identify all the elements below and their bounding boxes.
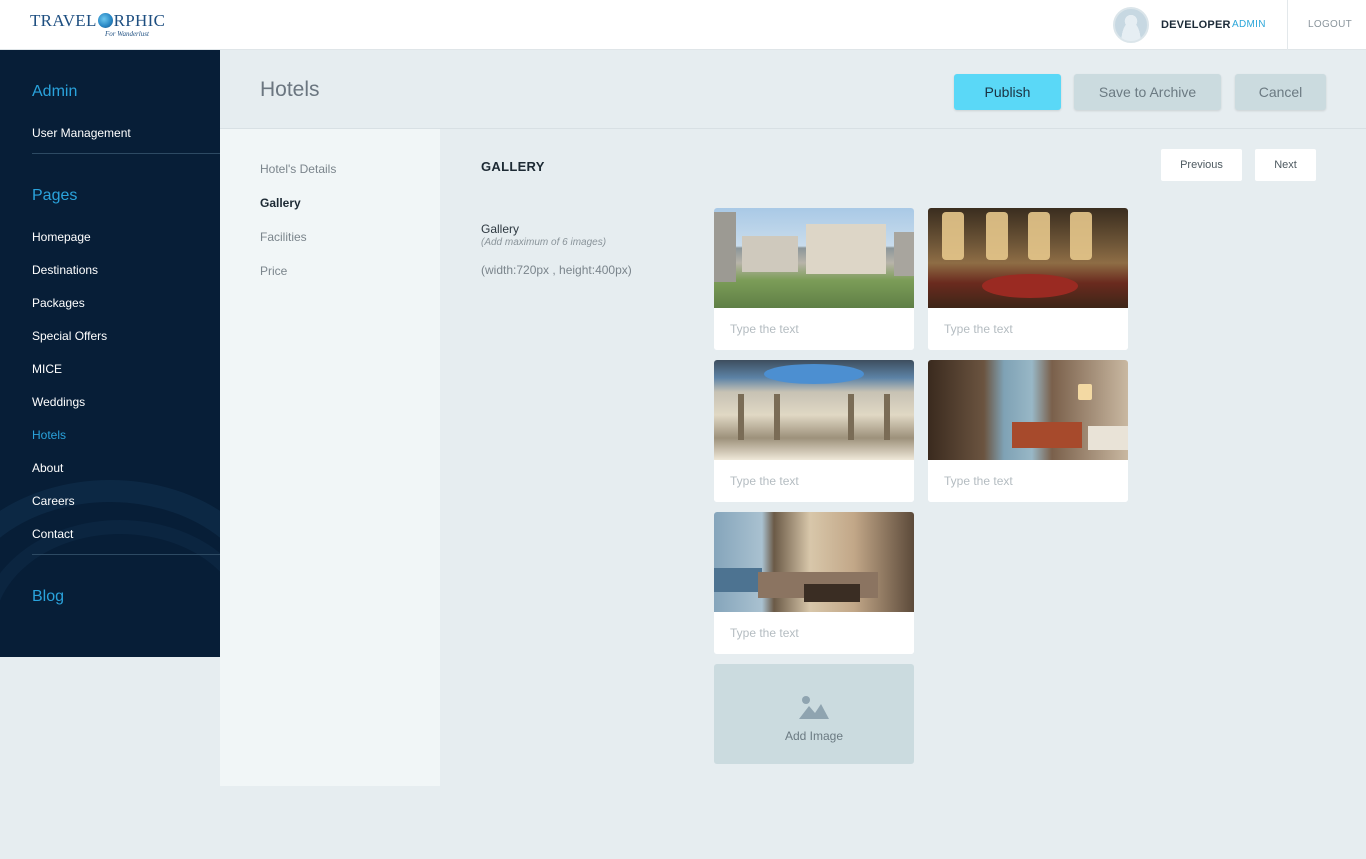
subnav-item-gallery[interactable]: Gallery: [260, 196, 301, 210]
sidebar-item-packages[interactable]: Packages: [32, 296, 85, 310]
sidebar-section-blog[interactable]: Blog: [32, 588, 64, 606]
sidebar-divider: [32, 554, 220, 555]
image-caption-input[interactable]: [714, 612, 914, 654]
gallery-hint: (Add maximum of 6 images): [481, 237, 607, 248]
logout-link[interactable]: LOGOUT: [1308, 19, 1352, 30]
section-title: GALLERY: [481, 159, 545, 174]
gallery-card: [714, 360, 914, 502]
sidebar-item-contact[interactable]: Contact: [32, 527, 73, 541]
sidebar-divider: [32, 153, 220, 154]
cancel-button[interactable]: Cancel: [1235, 74, 1326, 110]
sidebar-item-destinations[interactable]: Destinations: [32, 263, 98, 277]
top-bar: TRAVEL RPHIC For Wanderlust DEVELOPER ADM…: [0, 0, 1366, 50]
gallery-card: [714, 208, 914, 350]
next-button[interactable]: Next: [1255, 149, 1316, 181]
previous-button[interactable]: Previous: [1161, 149, 1242, 181]
logo-tagline: For Wanderlust: [105, 30, 149, 38]
gallery-card: [928, 208, 1128, 350]
logo-wordmark: TRAVEL RPHIC: [30, 11, 166, 30]
sidebar-item-about[interactable]: About: [32, 461, 63, 475]
image-caption-input[interactable]: [928, 308, 1128, 350]
sidebar-item-hotels[interactable]: Hotels: [32, 428, 66, 442]
hotel-subnav: Hotel's Details Gallery Facilities Price: [220, 129, 440, 786]
topbar-divider: [1287, 0, 1288, 50]
gallery-image[interactable]: [928, 360, 1128, 460]
gallery-image[interactable]: [714, 360, 914, 460]
add-image-button[interactable]: Add Image: [714, 664, 914, 764]
sidebar-section-admin[interactable]: Admin: [32, 83, 77, 101]
subnav-item-price[interactable]: Price: [260, 264, 287, 278]
gallery-card: [714, 512, 914, 654]
brand-logo[interactable]: TRAVEL RPHIC For Wanderlust: [30, 11, 166, 39]
gallery-image[interactable]: [928, 208, 1128, 308]
image-icon: [799, 696, 829, 719]
image-caption-input[interactable]: [928, 460, 1128, 502]
sidebar-item-careers[interactable]: Careers: [32, 494, 75, 508]
publish-button[interactable]: Publish: [954, 74, 1061, 110]
subnav-item-facilities[interactable]: Facilities: [260, 230, 307, 244]
gallery-image[interactable]: [714, 208, 914, 308]
page-title: Hotels: [260, 78, 320, 101]
sidebar: Admin User Management Pages Homepage Des…: [0, 50, 220, 657]
sidebar-section-pages[interactable]: Pages: [32, 187, 77, 205]
gallery-size-note: (width:720px , height:400px): [481, 263, 632, 277]
sidebar-item-special-offers[interactable]: Special Offers: [32, 329, 107, 343]
add-image-label: Add Image: [784, 729, 844, 743]
user-role: ADMIN: [1232, 19, 1266, 30]
gallery-card: [928, 360, 1128, 502]
image-caption-input[interactable]: [714, 460, 914, 502]
user-name: DEVELOPER: [1161, 19, 1231, 31]
globe-icon: [97, 13, 113, 28]
sidebar-item-mice[interactable]: MICE: [32, 362, 62, 376]
save-to-archive-button[interactable]: Save to Archive: [1074, 74, 1221, 110]
avatar[interactable]: [1113, 7, 1149, 43]
gallery-image[interactable]: [714, 512, 914, 612]
image-caption-input[interactable]: [714, 308, 914, 350]
gallery-field-label: Gallery: [481, 222, 520, 236]
subnav-item-hotels-details[interactable]: Hotel's Details: [260, 162, 336, 176]
sidebar-item-weddings[interactable]: Weddings: [32, 395, 85, 409]
sidebar-item-homepage[interactable]: Homepage: [32, 230, 91, 244]
sidebar-item-user-management[interactable]: User Management: [32, 126, 131, 140]
